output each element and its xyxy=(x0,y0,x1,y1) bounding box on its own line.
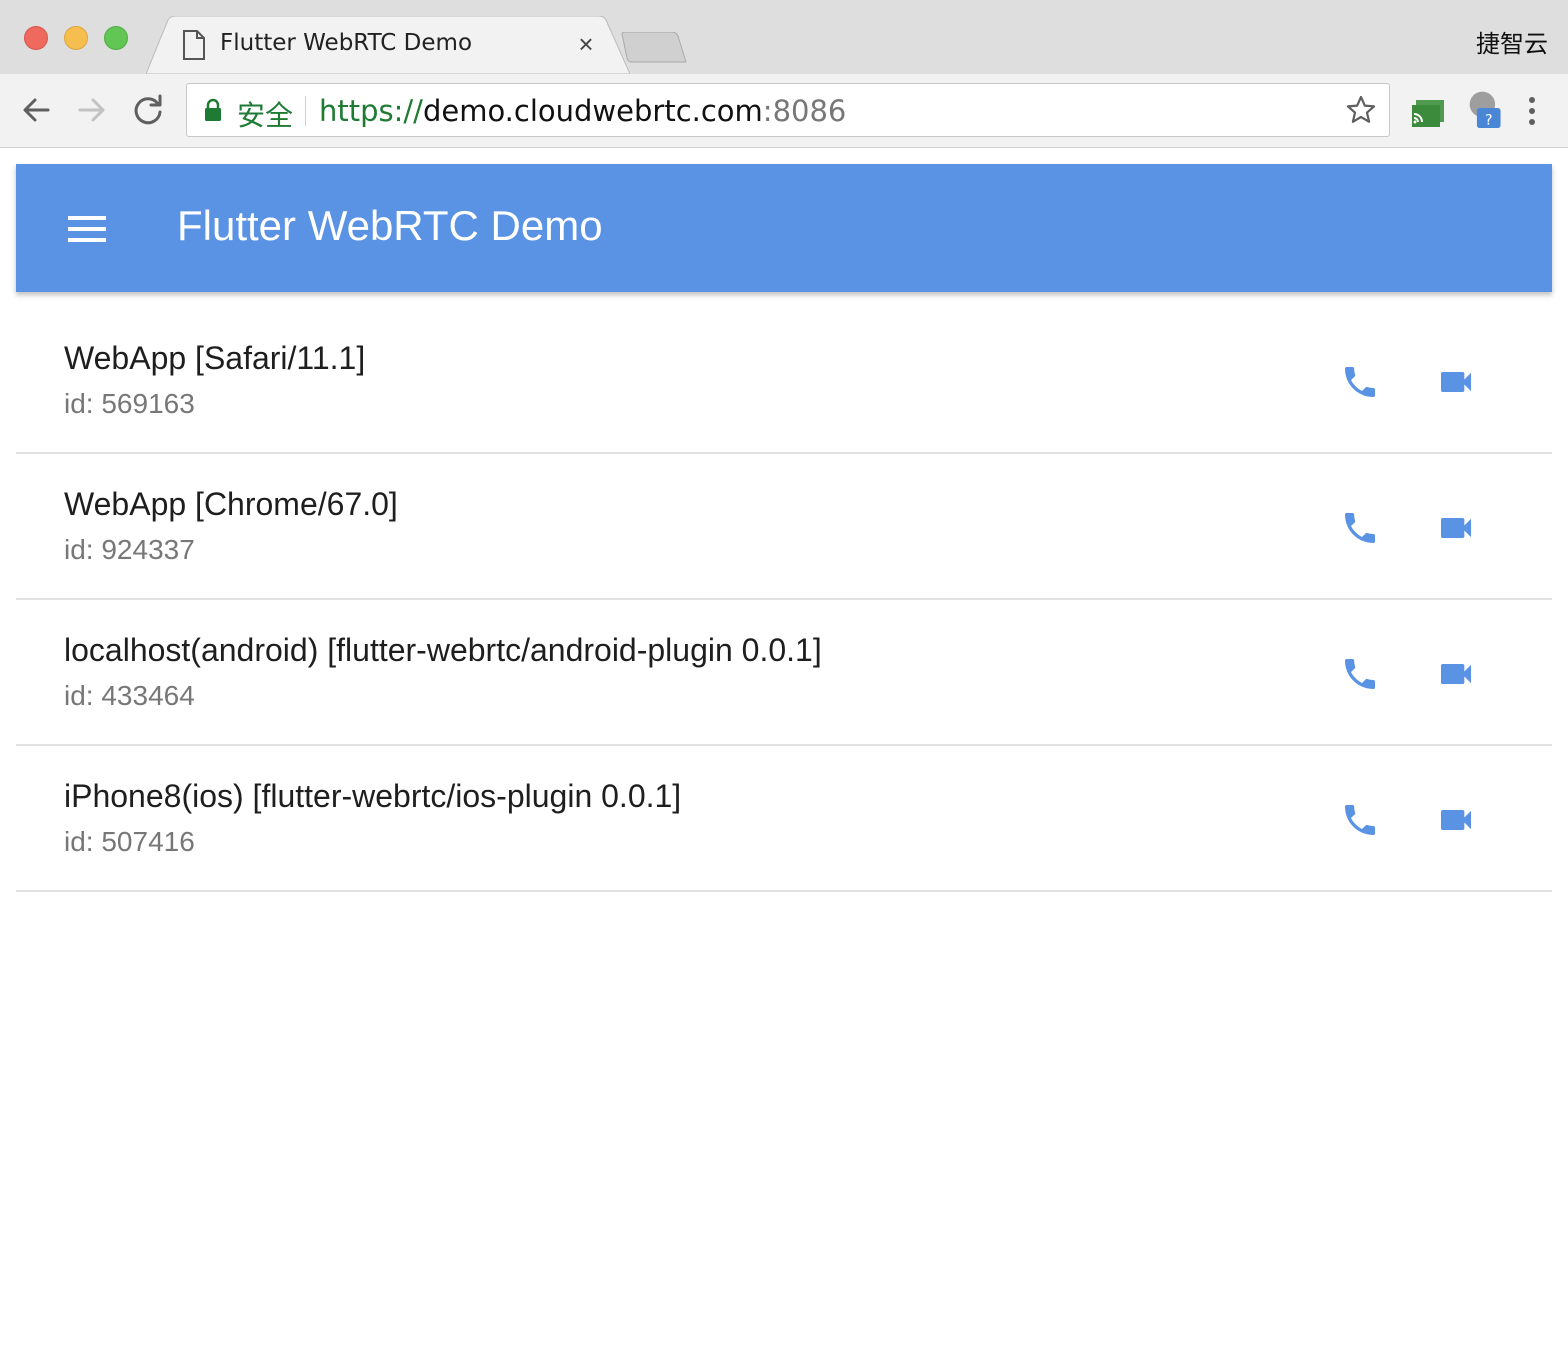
voice-call-button[interactable] xyxy=(1334,356,1386,408)
voice-call-button[interactable] xyxy=(1334,648,1386,700)
browser-toolbar: 安全 https://demo.cloudwebrtc.com:8086 ? xyxy=(0,74,1568,148)
peer-id: id: 507416 xyxy=(64,826,195,857)
new-tab-button[interactable] xyxy=(620,32,688,64)
peer-id: id: 433464 xyxy=(64,680,195,711)
peer-name: iPhone8(ios) [flutter-webrtc/ios-plugin … xyxy=(64,778,682,814)
window-close-button[interactable] xyxy=(24,26,48,50)
back-arrow-icon[interactable] xyxy=(18,92,54,128)
peer-id: id: 569163 xyxy=(64,388,195,419)
window-minimize-button[interactable] xyxy=(64,26,88,50)
url-host: demo.cloudwebrtc.com xyxy=(422,94,763,128)
tab-close-icon[interactable]: × xyxy=(574,28,598,60)
peer-id: id: 924337 xyxy=(64,534,195,565)
peer-name: localhost(android) [flutter-webrtc/andro… xyxy=(64,632,822,668)
videocam-icon xyxy=(1441,372,1471,392)
peer-name: WebApp [Chrome/67.0] xyxy=(64,486,398,522)
peer-list-item[interactable]: WebApp [Chrome/67.0] id: 924337 xyxy=(16,454,1552,600)
secure-label: 安全 xyxy=(237,99,294,132)
menu-dots-icon[interactable] xyxy=(1518,92,1546,132)
reload-icon[interactable] xyxy=(130,92,166,128)
window-zoom-button[interactable] xyxy=(104,26,128,50)
document-icon xyxy=(183,30,205,60)
peer-list-item[interactable]: localhost(android) [flutter-webrtc/andro… xyxy=(16,600,1552,746)
cast-icon[interactable] xyxy=(1408,92,1448,132)
url-scheme: https:// xyxy=(319,94,423,128)
videocam-icon xyxy=(1441,810,1471,830)
browser-tab-active[interactable]: Flutter WebRTC Demo × xyxy=(146,16,630,74)
tab-title: Flutter WebRTC Demo xyxy=(220,30,473,56)
peer-list-item[interactable]: WebApp [Safari/11.1] id: 569163 xyxy=(16,308,1552,454)
voice-call-button[interactable] xyxy=(1334,502,1386,554)
app-bar: Flutter WebRTC Demo xyxy=(16,164,1552,292)
video-call-button[interactable] xyxy=(1430,356,1482,408)
video-call-button[interactable] xyxy=(1430,794,1482,846)
hamburger-menu-icon[interactable] xyxy=(68,216,108,242)
profile-help-icon[interactable]: ? xyxy=(1466,88,1506,128)
voice-call-button[interactable] xyxy=(1334,794,1386,846)
url-port: :8086 xyxy=(762,94,847,128)
peer-list-item[interactable]: iPhone8(ios) [flutter-webrtc/ios-plugin … xyxy=(16,746,1552,892)
videocam-icon xyxy=(1441,664,1471,684)
star-icon[interactable] xyxy=(1345,94,1377,126)
lock-icon xyxy=(205,98,221,121)
svg-text:?: ? xyxy=(1485,112,1493,128)
profile-name[interactable]: 捷智云 xyxy=(1476,24,1548,59)
app-title: Flutter WebRTC Demo xyxy=(177,202,603,249)
videocam-icon xyxy=(1441,518,1471,538)
phone-icon xyxy=(1345,513,1375,543)
phone-icon xyxy=(1345,659,1375,689)
phone-icon xyxy=(1345,805,1375,835)
video-call-button[interactable] xyxy=(1430,648,1482,700)
peer-name: WebApp [Safari/11.1] xyxy=(64,340,366,376)
phone-icon xyxy=(1345,367,1375,397)
omnibox-divider xyxy=(305,96,306,126)
url-text[interactable]: https://demo.cloudwebrtc.com:8086 xyxy=(319,94,846,128)
address-bar[interactable]: 安全 https://demo.cloudwebrtc.com:8086 xyxy=(186,83,1390,137)
peer-list: WebApp [Safari/11.1] id: 569163 WebApp [… xyxy=(16,308,1552,892)
browser-titlebar: Flutter WebRTC Demo × 捷智云 xyxy=(0,0,1568,74)
video-call-button[interactable] xyxy=(1430,502,1482,554)
forward-arrow-icon[interactable] xyxy=(74,92,110,128)
